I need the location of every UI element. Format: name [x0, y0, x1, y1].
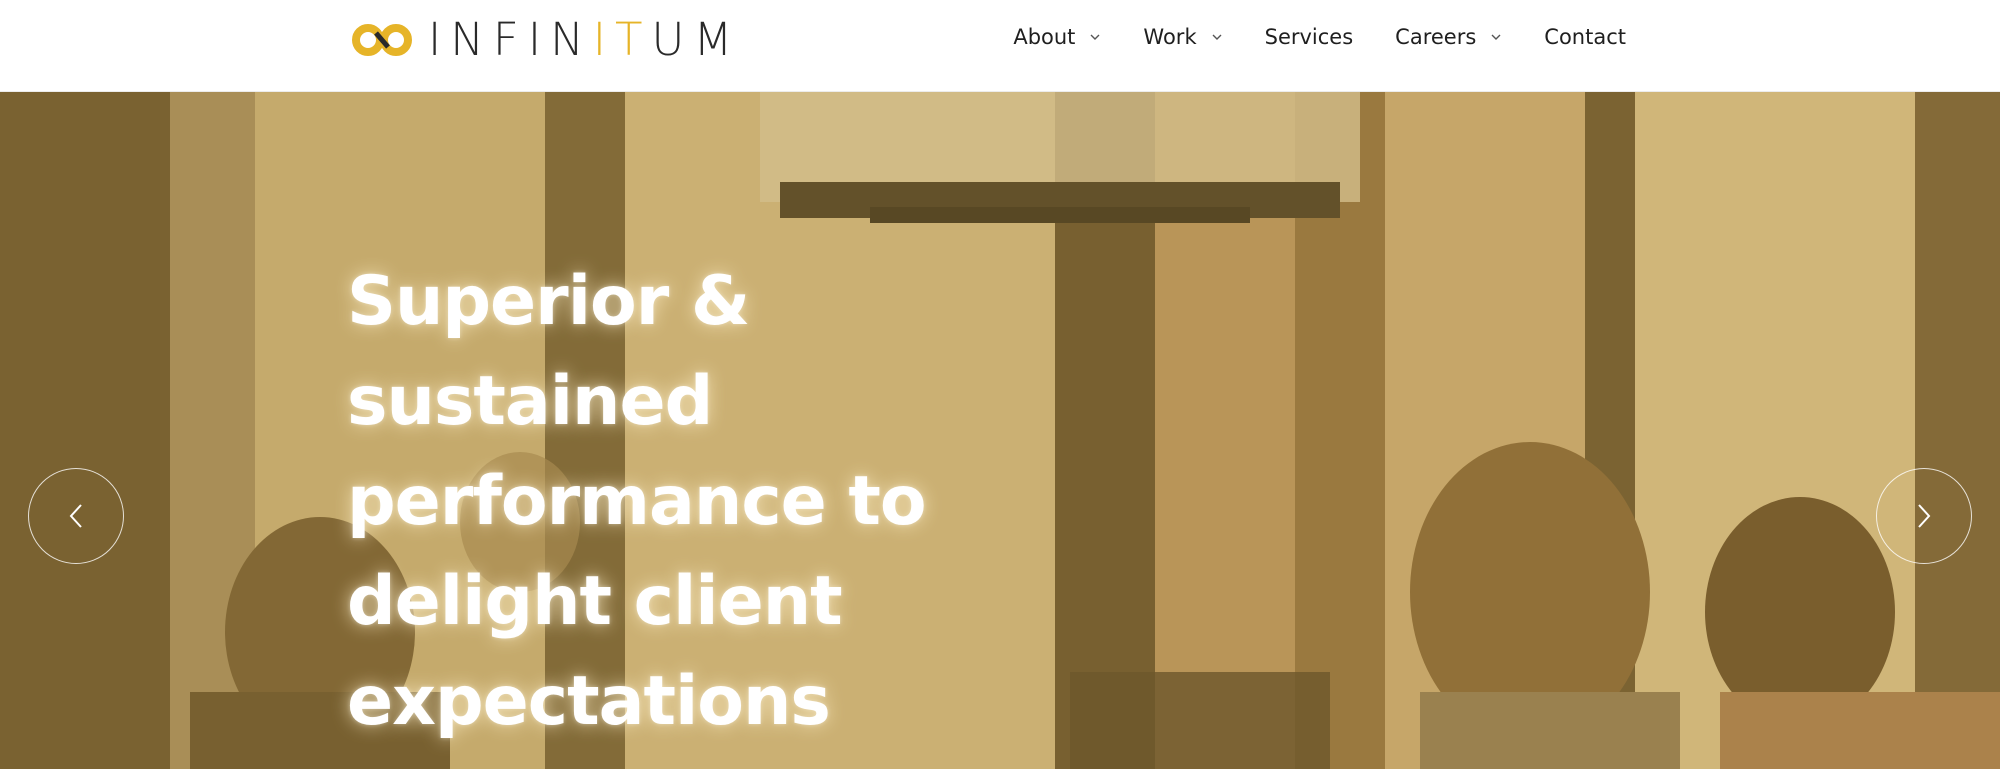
- nav-label-contact: Contact: [1544, 25, 1626, 49]
- chevron-left-icon: [69, 504, 82, 528]
- nav-item-contact[interactable]: Contact: [1544, 25, 1626, 49]
- slider-prev-button[interactable]: [28, 468, 124, 564]
- chevron-right-icon: [1918, 504, 1931, 528]
- headline-line: Superior &: [347, 262, 750, 341]
- nav-label-careers: Careers: [1395, 25, 1477, 49]
- infinity-icon: [352, 24, 412, 56]
- chevron-down-icon: [1491, 34, 1501, 40]
- brand-name: INFINITUM: [428, 13, 742, 66]
- site-logo[interactable]: INFINITUM: [350, 13, 742, 66]
- nav-label-services: Services: [1264, 25, 1354, 49]
- hero-headline: Superior & sustained performance to deli…: [347, 252, 1047, 752]
- nav-item-about[interactable]: About: [1013, 25, 1101, 49]
- site-header: INFINITUM About Work Services Careers Co…: [0, 0, 2000, 92]
- chevron-down-icon: [1090, 34, 1100, 40]
- main-nav: About Work Services Careers Contact: [1013, 0, 1626, 74]
- nav-item-careers[interactable]: Careers: [1395, 25, 1502, 49]
- headline-line: expectations: [347, 662, 831, 741]
- headline-line: performance to: [347, 462, 927, 541]
- headline-line: sustained: [347, 362, 713, 441]
- slider-next-button[interactable]: [1876, 468, 1972, 564]
- hero-slider: Superior & sustained performance to deli…: [0, 92, 2000, 769]
- nav-item-work[interactable]: Work: [1143, 25, 1222, 49]
- nav-label-work: Work: [1143, 25, 1197, 49]
- nav-label-about: About: [1013, 25, 1076, 49]
- headline-line: delight client: [347, 562, 843, 641]
- nav-item-services[interactable]: Services: [1265, 25, 1354, 49]
- chevron-down-icon: [1212, 34, 1222, 40]
